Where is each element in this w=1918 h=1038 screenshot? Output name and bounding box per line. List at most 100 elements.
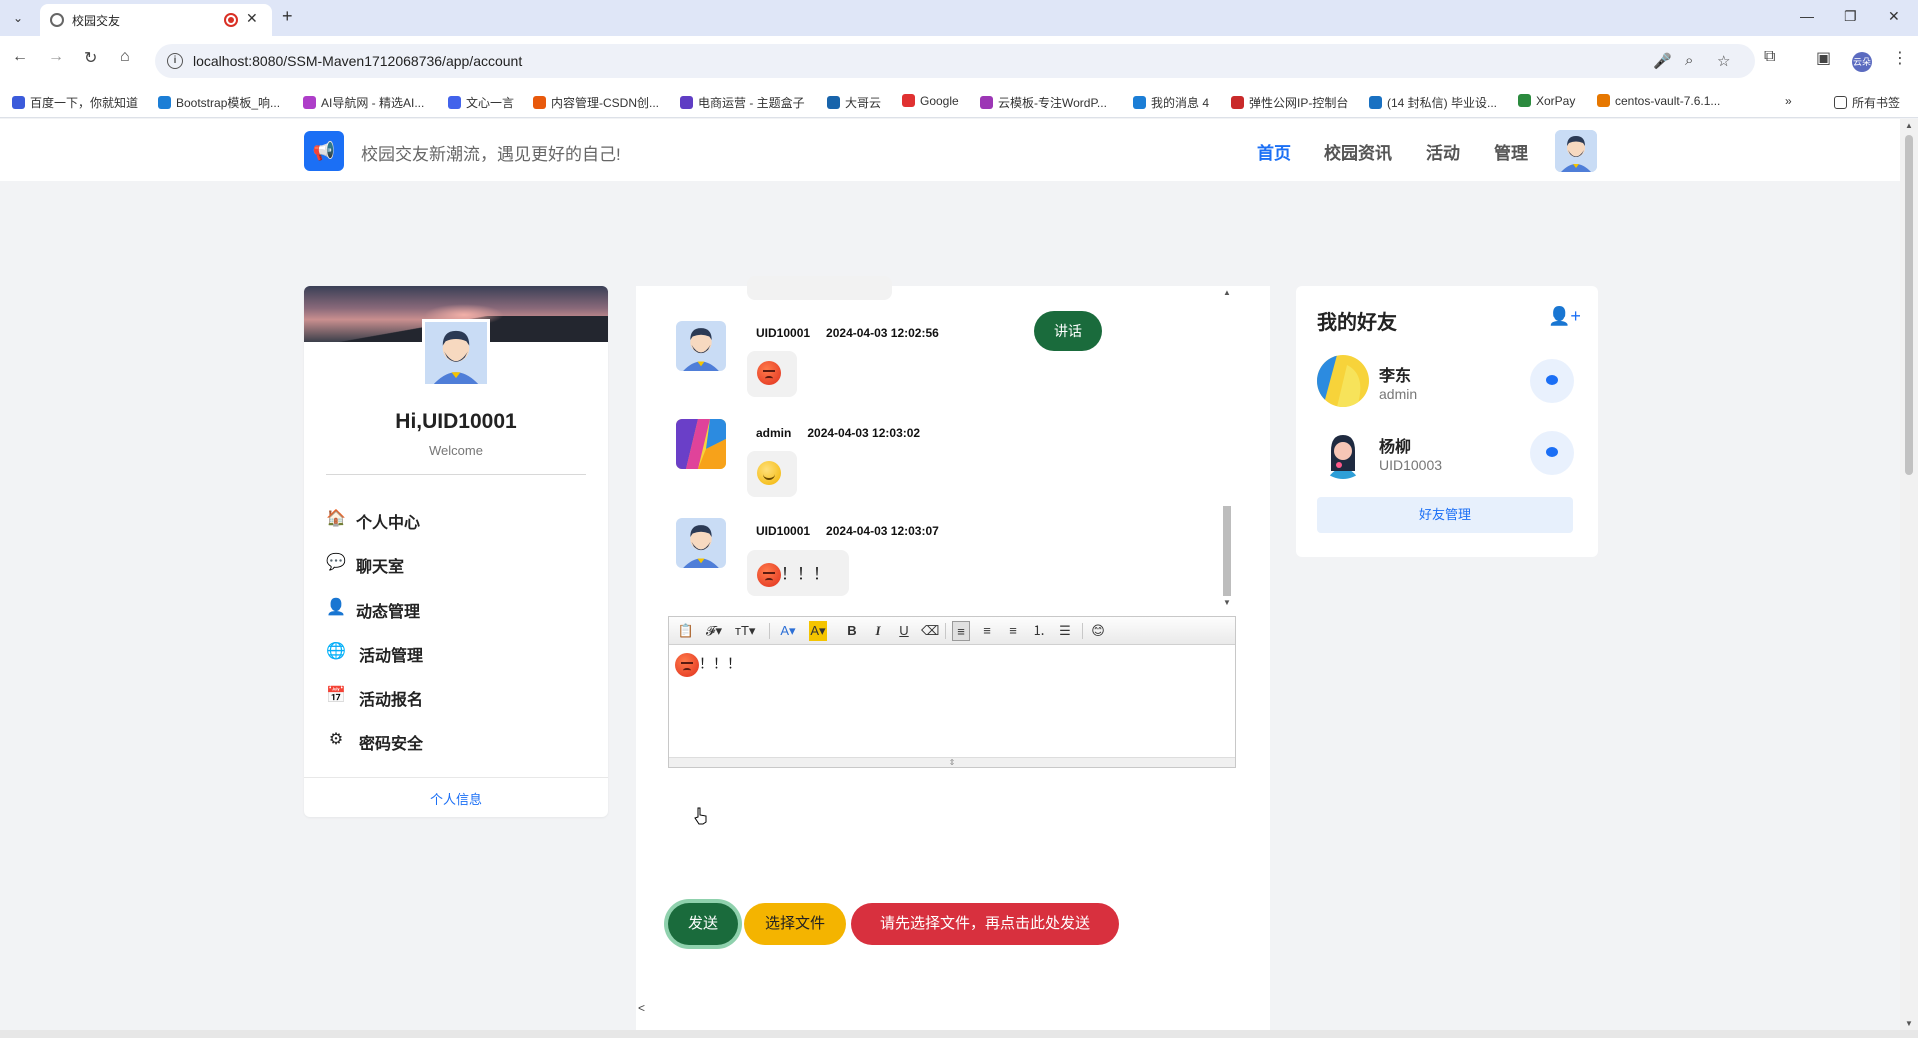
- friend-avatar[interactable]: [1317, 427, 1369, 479]
- font-family-icon[interactable]: 𝓕▾: [705, 621, 723, 641]
- editor-content[interactable]: ！！！: [675, 653, 741, 677]
- chat-scroll-thumb[interactable]: [1223, 506, 1231, 596]
- site-header: 📢 校园交友新潮流，遇见更好的自己! 首页 校园资讯 活动 管理: [0, 119, 1900, 181]
- forward-icon[interactable]: →: [48, 48, 64, 66]
- profile-card: Hi,UID10001 Welcome 🏠 个人中心 💬 聊天室 👤 动态管理 …: [304, 286, 608, 817]
- bookmark-star-icon[interactable]: ☆: [1717, 52, 1730, 70]
- scroll-up-icon[interactable]: ▲: [1223, 288, 1231, 297]
- nav-news[interactable]: 校园资讯: [1324, 139, 1392, 164]
- message-editor[interactable]: 📋 𝓕▾ тT▾ A▾ A▾ B I U ⌫ ≡ ≡ ≡ ⒈ ☰ 😊 ！！！ ⇕: [668, 616, 1236, 768]
- bookmark-item[interactable]: 内容管理-CSDN创...: [533, 94, 659, 111]
- bookmark-item[interactable]: centos-vault-7.6.1...: [1597, 94, 1720, 108]
- page: 📢 校园交友新潮流，遇见更好的自己! 首页 校园资讯 活动 管理 Hi,UID1…: [0, 119, 1900, 1030]
- message-avatar: [676, 518, 726, 568]
- previous-message-bubble: [747, 276, 892, 300]
- address-bar[interactable]: i localhost:8080/SSM-Maven1712068736/app…: [155, 44, 1755, 78]
- profile-greeting: Hi,UID10001: [395, 410, 517, 433]
- bookmark-item[interactable]: 我的消息 4: [1133, 94, 1209, 111]
- bookmark-item[interactable]: 百度一下，你就知道: [12, 94, 138, 111]
- bookmark-item[interactable]: Bootstrap模板_响...: [158, 94, 280, 111]
- send-button[interactable]: 发送: [668, 903, 738, 945]
- highlight-color-icon[interactable]: A▾: [809, 621, 827, 641]
- underline-icon[interactable]: U: [895, 621, 913, 641]
- align-left-icon[interactable]: ≡: [952, 621, 970, 641]
- paste-icon[interactable]: 📋: [677, 621, 695, 641]
- nav-manage[interactable]: 管理: [1494, 139, 1528, 164]
- eraser-icon[interactable]: ⌫: [921, 621, 939, 641]
- chat-bubble-icon[interactable]: [1530, 359, 1574, 403]
- toolbar-separator: [945, 623, 946, 639]
- header-user-avatar[interactable]: [1555, 130, 1597, 172]
- browser-menu-icon[interactable]: ⋮: [1892, 48, 1908, 68]
- speak-button[interactable]: 讲话: [1034, 311, 1102, 351]
- unordered-list-icon[interactable]: ☰: [1056, 621, 1074, 641]
- editor-resize-handle[interactable]: ⇕: [669, 757, 1235, 767]
- personal-info-link[interactable]: 个人信息: [304, 789, 608, 808]
- site-slogan: 校园交友新潮流，遇见更好的自己!: [361, 145, 621, 164]
- chat-bubble-icon[interactable]: [1530, 431, 1574, 475]
- nav-activities[interactable]: 活动: [1426, 139, 1460, 164]
- home-icon[interactable]: ⌂: [120, 48, 130, 66]
- message-user: UID10001: [756, 326, 811, 340]
- microphone-icon[interactable]: 🎤: [1653, 52, 1672, 70]
- ordered-list-icon[interactable]: ⒈: [1030, 621, 1048, 641]
- back-icon[interactable]: ←: [12, 48, 28, 66]
- tab-title: 校园交友: [72, 14, 121, 28]
- bookmark-item[interactable]: 电商运营 - 主题盒子: [680, 94, 805, 111]
- minimize-icon[interactable]: —: [1800, 8, 1814, 24]
- zoom-icon[interactable]: ⌕: [1685, 52, 1693, 69]
- page-scroll-thumb[interactable]: [1905, 135, 1913, 475]
- nav-home[interactable]: 首页: [1257, 139, 1291, 164]
- send-file-button[interactable]: 请先选择文件，再点击此处发送: [851, 903, 1119, 945]
- bookmark-item[interactable]: (14 封私信) 毕业设...: [1369, 94, 1497, 111]
- chat-scrollbar[interactable]: ▲ ▼: [1220, 286, 1234, 613]
- smile-emoji-icon: [757, 461, 781, 485]
- tab-search-chevron-icon[interactable]: ⌄: [8, 8, 28, 28]
- colorful-avatar-icon: [1317, 355, 1369, 407]
- bookmark-item[interactable]: 大哥云: [827, 94, 881, 111]
- profile-avatar[interactable]: [422, 319, 490, 387]
- reload-icon[interactable]: ↻: [84, 48, 97, 68]
- friend-avatar[interactable]: [1317, 355, 1369, 407]
- bold-icon[interactable]: B: [843, 621, 861, 641]
- italic-icon[interactable]: I: [869, 621, 887, 641]
- font-size-icon[interactable]: тT▾: [735, 621, 755, 641]
- site-info-icon[interactable]: i: [167, 53, 183, 69]
- new-tab-icon[interactable]: +: [282, 6, 293, 27]
- tab-close-icon[interactable]: ✕: [246, 10, 258, 27]
- choose-file-button[interactable]: 选择文件: [744, 903, 846, 945]
- window-close-icon[interactable]: ✕: [1888, 8, 1900, 25]
- bookmark-item[interactable]: AI导航网 - 精选AI...: [303, 94, 424, 111]
- profile-avatar-icon[interactable]: 云朵: [1852, 52, 1872, 72]
- align-center-icon[interactable]: ≡: [978, 621, 996, 641]
- restore-icon[interactable]: ❐: [1844, 8, 1857, 25]
- page-scrollbar[interactable]: ▲ ▼: [1900, 119, 1918, 1030]
- folder-icon: [1834, 96, 1847, 109]
- bookmarks-overflow-icon[interactable]: »: [1785, 94, 1792, 108]
- bookmark-item[interactable]: 弹性公网IP-控制台: [1231, 94, 1348, 111]
- align-right-icon[interactable]: ≡: [1004, 621, 1022, 641]
- bookmark-item[interactable]: Google: [902, 94, 959, 108]
- friends-manage-button[interactable]: 好友管理: [1317, 497, 1573, 533]
- scroll-down-icon[interactable]: ▼: [1223, 598, 1231, 607]
- bookmark-favicon-icon: [1133, 96, 1146, 109]
- font-color-icon[interactable]: A▾: [779, 621, 797, 641]
- side-panel-icon[interactable]: ▣: [1816, 48, 1831, 68]
- message-avatar: [676, 321, 726, 371]
- bookmark-item[interactable]: 文心一言: [448, 94, 514, 111]
- scroll-up-icon[interactable]: ▲: [1905, 121, 1913, 130]
- globe-favicon-icon: [50, 13, 64, 27]
- add-friend-icon[interactable]: 👤+: [1548, 306, 1581, 327]
- all-bookmarks[interactable]: 所有书签: [1834, 94, 1900, 111]
- bookmark-item[interactable]: XorPay: [1518, 94, 1575, 108]
- emoji-picker-icon[interactable]: 😊: [1089, 621, 1107, 641]
- globe-icon: 🌐: [326, 643, 346, 660]
- gear-icon: ⚙: [328, 731, 344, 748]
- extensions-icon[interactable]: ⧉: [1764, 48, 1775, 66]
- scroll-down-icon[interactable]: ▼: [1905, 1019, 1913, 1028]
- bookmark-item[interactable]: 云模板-专注WordP...: [980, 94, 1107, 111]
- browser-tab[interactable]: 校园交友 ✕: [40, 4, 272, 36]
- home-icon: 🏠: [326, 510, 346, 527]
- megaphone-logo-icon[interactable]: 📢: [304, 131, 344, 171]
- bookmark-favicon-icon: [827, 96, 840, 109]
